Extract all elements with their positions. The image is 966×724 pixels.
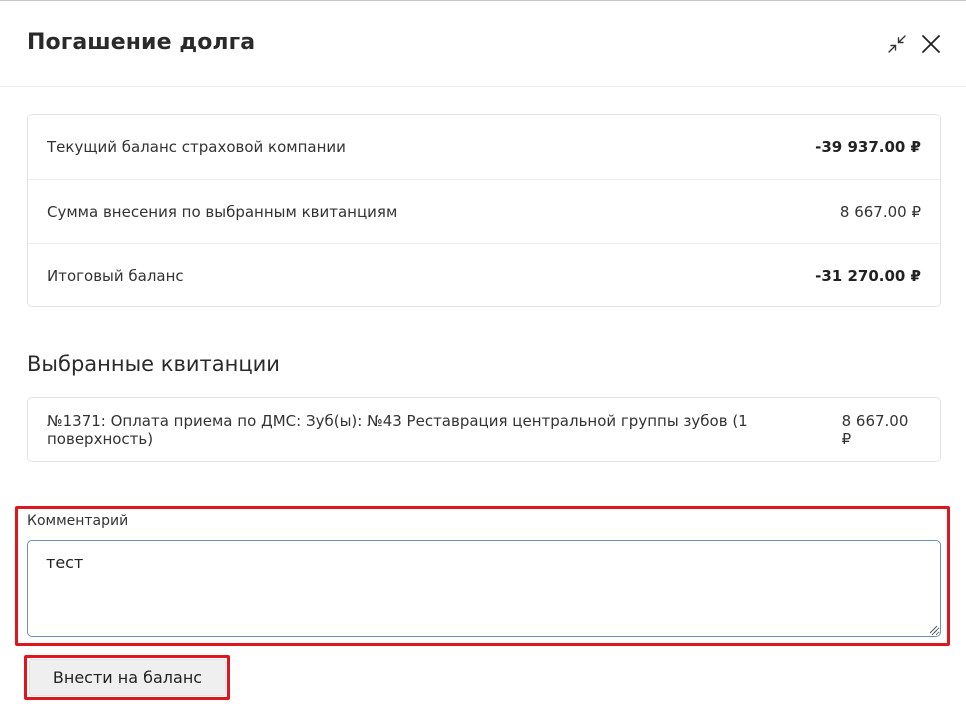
deposit-sum-label: Сумма внесения по выбранным квитанциям: [47, 202, 398, 221]
dialog-header: Погашение долга: [0, 0, 966, 87]
receipt-item: №1371: Оплата приема по ДМС: Зуб(ы): №43…: [28, 398, 940, 461]
current-balance-value: -39 937.00 ₽: [815, 138, 921, 156]
current-balance-row: Текущий баланс страховой компании -39 93…: [28, 115, 940, 179]
final-balance-label: Итоговый баланс: [47, 266, 184, 285]
close-icon[interactable]: [920, 33, 942, 55]
selected-receipts-list: №1371: Оплата приема по ДМС: Зуб(ы): №43…: [27, 397, 941, 462]
final-balance-value: -31 270.00 ₽: [815, 266, 921, 285]
deposit-sum-row: Сумма внесения по выбранным квитанциям 8…: [28, 179, 940, 243]
receipt-item-label: №1371: Оплата приема по ДМС: Зуб(ы): №43…: [47, 411, 748, 448]
deposit-sum-value: 8 667.00 ₽: [839, 202, 921, 221]
receipt-item-value: 8 667.00 ₽: [841, 411, 909, 448]
dialog-title: Погашение долга: [27, 30, 256, 55]
comment-textarea[interactable]: тест: [27, 540, 941, 637]
final-balance-row: Итоговый баланс -31 270.00 ₽: [28, 243, 940, 307]
selected-receipts-title: Выбранные квитанции: [27, 352, 280, 376]
balance-summary: Текущий баланс страховой компании -39 93…: [27, 114, 941, 307]
comment-label: Комментарий: [27, 513, 129, 529]
collapse-icon[interactable]: [886, 33, 908, 55]
current-balance-label: Текущий баланс страховой компании: [47, 138, 346, 156]
deposit-to-balance-button[interactable]: Внести на баланс: [29, 659, 226, 696]
